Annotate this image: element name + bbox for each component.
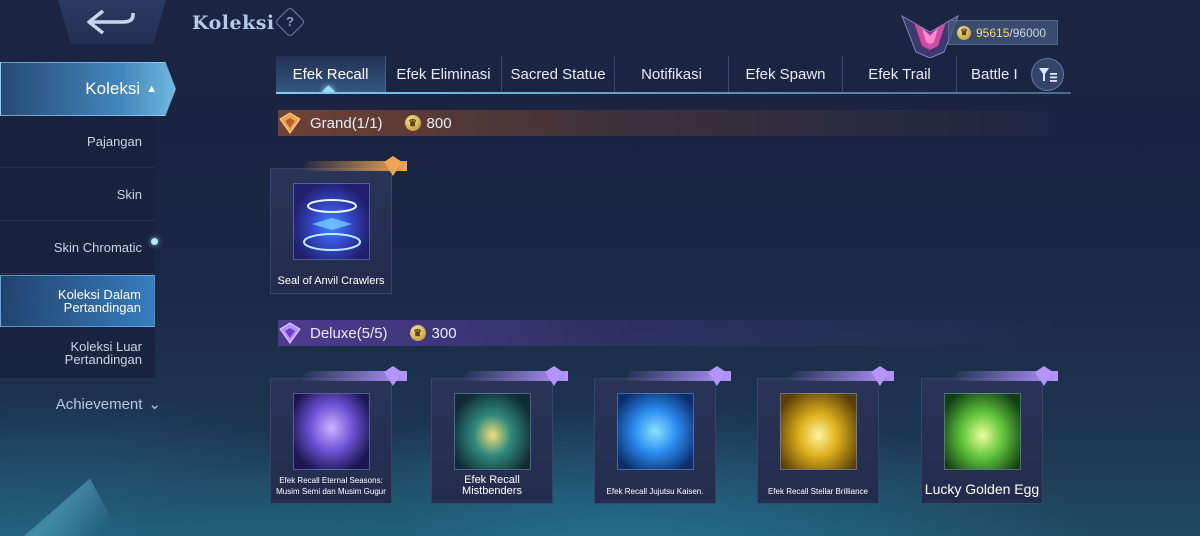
- card-thumbnail: [454, 393, 531, 470]
- sidebar-item-koleksi-dalam-pertandingan[interactable]: Koleksi Dalam Pertandingan: [0, 275, 155, 327]
- collection-card[interactable]: Efek Recall Jujutsu Kaisen.: [594, 366, 731, 504]
- card-name: Efek Recall Eternal Seasons: Musim Semi …: [276, 476, 386, 496]
- collection-card[interactable]: Efek Recall Stellar Brilliance: [757, 366, 894, 504]
- chevron-up-icon: ▲: [146, 83, 157, 95]
- sidebar-item-koleksi-luar-pertandingan[interactable]: Koleksi Luar Pertandingan: [0, 327, 155, 379]
- filter-icon: [1038, 67, 1057, 82]
- section-price-grand: 800: [426, 114, 452, 132]
- tab-efek-eliminasi[interactable]: Efek Eliminasi: [386, 56, 502, 92]
- tab-battle[interactable]: Battle I: [957, 56, 1023, 92]
- section-price-deluxe: 300: [431, 324, 457, 342]
- tab-efek-recall[interactable]: Efek Recall: [276, 56, 386, 92]
- back-button[interactable]: [58, 0, 166, 44]
- sidebar-item-koleksi[interactable]: Koleksi ▲: [0, 62, 176, 116]
- grand-rank-icon: [279, 112, 301, 134]
- section-header-grand: Grand(1/1) ♛ 800: [278, 110, 1058, 136]
- help-icon[interactable]: ?: [274, 6, 306, 38]
- filter-button[interactable]: [1031, 58, 1064, 91]
- card-name: Seal of Anvil Crawlers: [277, 275, 385, 287]
- collection-points: ♛ 95615/96000: [948, 20, 1058, 45]
- deluxe-corner-icon: [1035, 366, 1053, 386]
- tabs-underline: [276, 92, 1071, 94]
- tab-bar: Efek Recall Efek Eliminasi Sacred Statue…: [276, 56, 1070, 92]
- deluxe-rank-icon: [279, 322, 301, 344]
- card-thumbnail: [944, 393, 1021, 470]
- card-thumbnail: [293, 393, 370, 470]
- card-thumbnail: [780, 393, 857, 470]
- card-thumbnail: [617, 393, 694, 470]
- sidebar-item-skin[interactable]: Skin: [0, 169, 155, 221]
- tab-efek-spawn[interactable]: Efek Spawn: [729, 56, 843, 92]
- tab-efek-trail[interactable]: Efek Trail: [843, 56, 957, 92]
- card-name: Efek Recall Jujutsu Kaisen.: [606, 487, 704, 496]
- points-current: 95615: [976, 25, 1010, 40]
- deluxe-corner-icon: [871, 366, 889, 386]
- page-title: Koleksi: [192, 12, 275, 34]
- coin-icon: ♛: [404, 115, 421, 131]
- section-title-deluxe: Deluxe(5/5): [310, 324, 388, 342]
- grand-corner-icon: [384, 156, 402, 176]
- deluxe-corner-icon: [545, 366, 563, 386]
- sidebar-item-skin-chromatic[interactable]: Skin Chromatic: [0, 222, 155, 274]
- sidebar-item-achievement[interactable]: Achievement ⌄: [0, 390, 165, 418]
- section-title-grand: Grand(1/1): [310, 114, 383, 132]
- coin-icon: ♛: [409, 325, 426, 341]
- tab-notifikasi[interactable]: Notifikasi: [615, 56, 729, 92]
- points-max: 96000: [1012, 25, 1047, 40]
- sidebar-item-pajangan[interactable]: Pajangan: [0, 116, 155, 168]
- section-header-deluxe: Deluxe(5/5) ♛ 300: [278, 320, 1058, 346]
- collection-card[interactable]: Seal of Anvil Crawlers: [270, 156, 407, 294]
- collection-card[interactable]: Efek Recall Mistbenders: [431, 366, 568, 504]
- card-name: Lucky Golden Egg: [924, 481, 1040, 497]
- deluxe-corner-icon: [708, 366, 726, 386]
- sidebar: Koleksi ▲ Pajangan Skin Skin Chromatic K…: [0, 60, 178, 500]
- card-name: Efek Recall Stellar Brilliance: [767, 487, 869, 496]
- coin-icon: ♛: [957, 25, 971, 40]
- recall-effect-icon: [303, 199, 361, 251]
- back-arrow-icon: [87, 9, 135, 35]
- deluxe-corner-icon: [384, 366, 402, 386]
- card-thumbnail: [293, 183, 370, 260]
- chevron-down-icon: ⌄: [148, 396, 161, 413]
- collection-card[interactable]: Efek Recall Eternal Seasons: Musim Semi …: [270, 366, 407, 504]
- selection-dot: [151, 238, 158, 245]
- collection-card[interactable]: Lucky Golden Egg: [921, 366, 1058, 504]
- card-name: Efek Recall Mistbenders: [462, 474, 522, 497]
- tab-sacred-statue[interactable]: Sacred Statue: [502, 56, 615, 92]
